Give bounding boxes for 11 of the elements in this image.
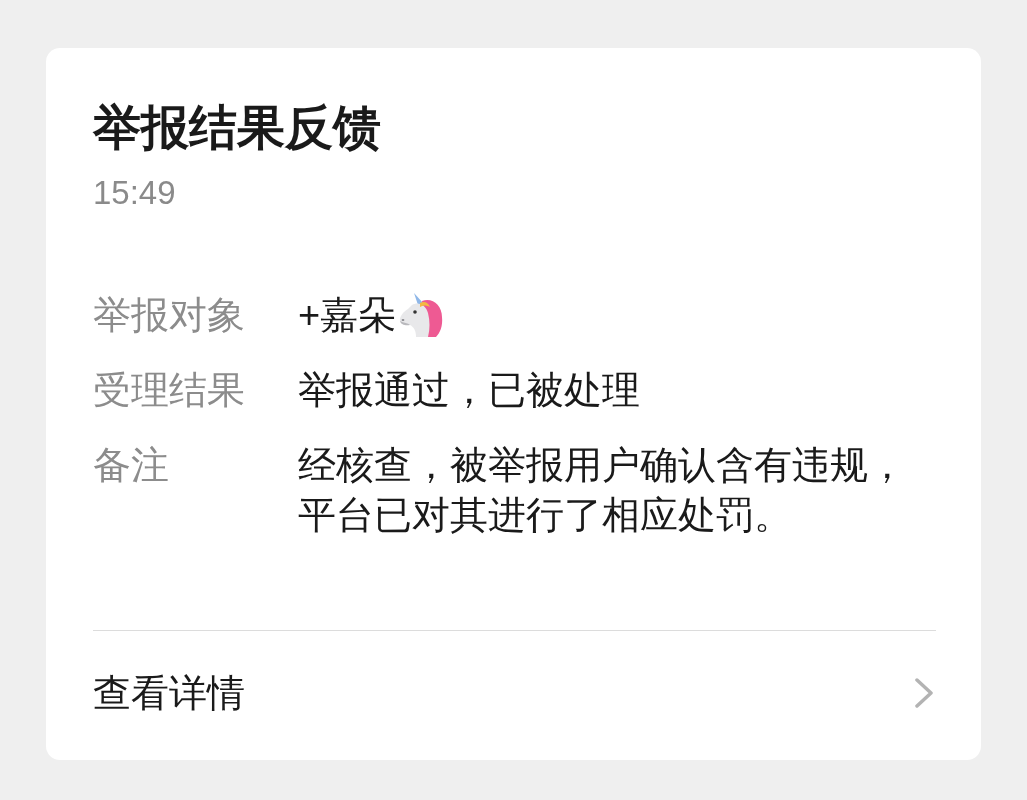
timestamp: 15:49 [93,173,176,213]
field-value: +嘉朵 [298,293,397,338]
field-label: 受理结果 [93,368,246,413]
field-value: 经核查，被举报用户确认含有违规，平台已对其进行了相应处罚。 [298,443,907,538]
field-label: 备注 [93,443,170,488]
unicorn-head-icon [398,293,445,337]
field-value: 举报通过，已被处理 [298,368,641,413]
view-details-row[interactable]: 查看详情 [93,668,936,718]
card-title: 举报结果反馈 [93,100,381,156]
field-label: 举报对象 [93,293,246,338]
chevron-right-icon [915,678,933,708]
